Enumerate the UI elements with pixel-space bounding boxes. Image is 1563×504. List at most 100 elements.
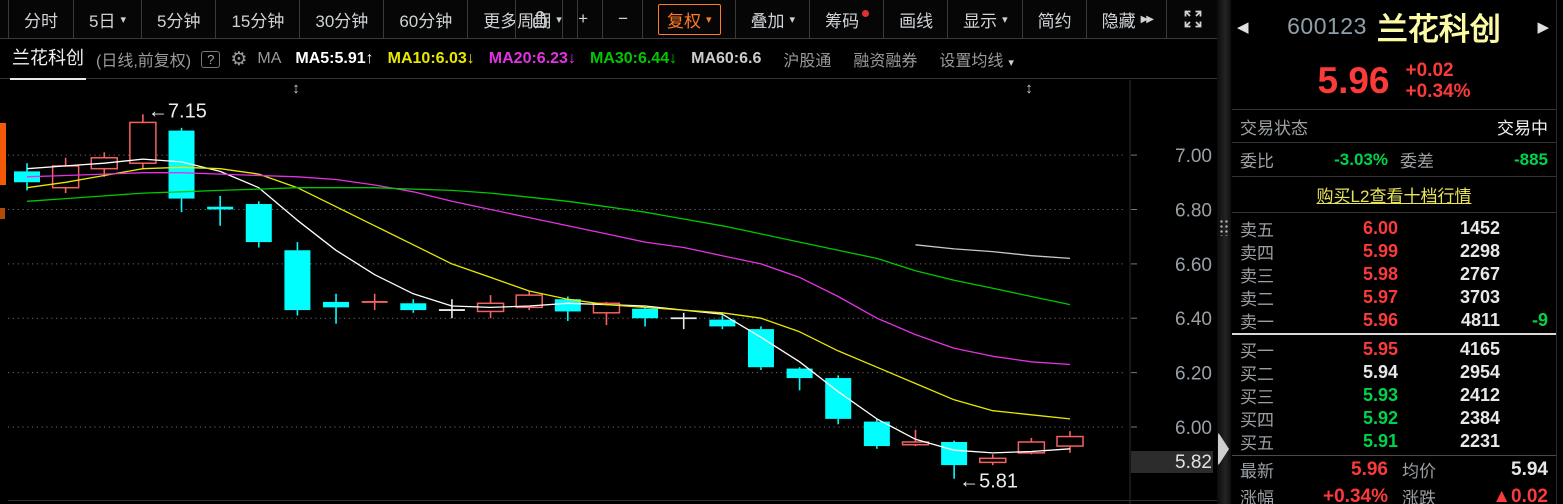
expand-icon[interactable]: [1166, 0, 1219, 38]
quote-panel: ◀ 600123 兰花科创 ▶ 5.96 +0.02 +0.34% 交易状态 交…: [1232, 0, 1563, 504]
bid-row: 买二5.942954: [1232, 360, 1556, 383]
trade-status-value: 交易中: [1497, 114, 1548, 139]
ask-volume: 2767: [1398, 264, 1500, 285]
svg-text:5.82: 5.82: [1175, 452, 1212, 473]
stock-name: 兰花科创: [1377, 4, 1501, 49]
collapse-panel-arrow[interactable]: [1218, 432, 1229, 466]
stock-code: 600123: [1287, 13, 1367, 40]
bid-volume: 4165: [1398, 339, 1500, 360]
bid-price: 5.91: [1298, 431, 1398, 452]
period-label: 分时: [24, 7, 58, 32]
period-toolbar: 分时5日▾5分钟15分钟30分钟60分钟更多周期▾ +−复权▾叠加▾筹码画线显示…: [0, 0, 1229, 39]
chevron-down-icon: ▾: [790, 13, 796, 26]
ma-line-ma5: [27, 159, 1070, 453]
ma-value-label: MA30:6.44↓: [590, 50, 677, 67]
candle-18: [671, 313, 697, 329]
latest-label: 最新: [1240, 457, 1292, 482]
header-link-1[interactable]: 融资融券: [853, 53, 917, 70]
ask-volume: 2298: [1398, 241, 1500, 262]
tab-period-5min[interactable]: 5分钟: [142, 0, 216, 38]
zoom-out-button[interactable]: −: [602, 0, 643, 38]
candle-22: [825, 375, 851, 424]
weibi-label: 委比: [1240, 147, 1292, 172]
bid-volume: 2384: [1398, 408, 1500, 429]
bid-levels: 买一5.954165买二5.942954买三5.932412买四5.922384…: [1232, 335, 1556, 455]
ask-label: 卖四: [1240, 239, 1298, 264]
change-pct-label: 涨幅: [1240, 484, 1292, 504]
buy-l2-link[interactable]: 购买L2查看十档行情: [1317, 182, 1472, 207]
price-annotation: ←7.15: [148, 100, 207, 122]
change-pct-value: +0.34%: [1292, 486, 1388, 504]
ask-price: 5.98: [1298, 264, 1398, 285]
panel-divider[interactable]: [1217, 0, 1231, 504]
zoom-in-label: +: [578, 9, 588, 29]
help-icon[interactable]: ?: [201, 51, 220, 68]
price-annotation: ←5.81: [959, 471, 1018, 493]
ma-values: MA5:5.91↑MA10:6.03↓MA20:6.23↓MA30:6.44↓M…: [281, 50, 761, 68]
hide-button[interactable]: 隐藏▶▶: [1086, 0, 1167, 38]
svg-text:7.00: 7.00: [1175, 146, 1212, 167]
ask-label: 卖二: [1240, 285, 1298, 310]
overlay-button[interactable]: 叠加 ▾: [735, 0, 811, 38]
candle-20: [748, 326, 774, 370]
bid-label: 买二: [1240, 360, 1298, 385]
fuquan-button[interactable]: 复权▾: [642, 0, 736, 38]
tab-period-fenshi[interactable]: 分时: [9, 0, 74, 38]
candle-11: [400, 299, 426, 313]
svg-text:6.20: 6.20: [1175, 364, 1212, 385]
period-button-group: 分时5日▾5分钟15分钟30分钟60分钟更多周期▾: [8, 0, 578, 38]
period-label: 15分钟: [231, 7, 284, 32]
weibi-value: -3.03%: [1292, 150, 1388, 170]
ma-line-ma20: [27, 173, 1070, 365]
weicha-value: -885: [1434, 150, 1548, 170]
bid-row: 买三5.932412: [1232, 383, 1556, 406]
prev-stock-arrow[interactable]: ◀: [1237, 18, 1249, 36]
indicator-resize-handle[interactable]: ↕: [288, 81, 304, 97]
indicator-resize-handle[interactable]: ↕: [1021, 81, 1037, 97]
tab-period-30min[interactable]: 30分钟: [300, 0, 384, 38]
svg-text:6.40: 6.40: [1175, 309, 1212, 330]
tab-period-5d[interactable]: 5日▾: [74, 0, 142, 38]
chips-button[interactable]: 筹码: [809, 0, 884, 38]
lock-open-icon[interactable]: [515, 0, 563, 38]
simple-button[interactable]: 简约: [1022, 0, 1087, 38]
notification-dot-icon: [862, 10, 869, 17]
overlay-label: 叠加: [751, 7, 785, 32]
tab-period-60min[interactable]: 60分钟: [384, 0, 468, 38]
tool-button-group: +−复权▾ 叠加 ▾ 筹码画线显示▾简约隐藏▶▶: [516, 0, 1219, 38]
bid-label: 买一: [1240, 337, 1298, 362]
candle-14: [516, 291, 542, 310]
ask-label: 卖五: [1240, 216, 1298, 241]
ask-volume: 1452: [1398, 218, 1500, 239]
summary-row: 最新 5.96 均价 5.94: [1232, 456, 1556, 483]
panel-resize-grip[interactable]: [1219, 219, 1229, 236]
bid-price: 5.94: [1298, 362, 1398, 383]
kline-chart[interactable]: 7.006.806.606.406.206.005.82←7.15←5.81: [0, 80, 1240, 504]
chart-mode-label: (日线,前复权): [96, 47, 191, 71]
ma-settings-button[interactable]: 设置均线▾: [939, 47, 1014, 71]
ask-row: 卖一5.964811-9: [1232, 308, 1556, 331]
summary-row: 涨幅 +0.34% 涨跌 ▲0.02: [1232, 483, 1556, 504]
candle-26: [980, 454, 1006, 465]
weicha-label: 委差: [1400, 147, 1434, 172]
header-link-0[interactable]: 沪股通: [783, 53, 831, 70]
candle-7: [246, 201, 272, 247]
gear-icon[interactable]: ⚙: [230, 48, 247, 71]
svg-text:6.80: 6.80: [1175, 201, 1212, 222]
stock-header: ◀ 600123 兰花科创 ▶: [1232, 0, 1556, 52]
next-stock-arrow[interactable]: ▶: [1537, 18, 1549, 36]
avg-price-label: 均价: [1402, 457, 1436, 482]
draw-line-button[interactable]: 画线: [883, 0, 948, 38]
ma-value-label: MA10:6.03↓: [388, 50, 475, 67]
period-label: 5分钟: [157, 7, 200, 32]
display-button[interactable]: 显示▾: [947, 0, 1023, 38]
change-value: ▲0.02: [1436, 486, 1548, 504]
fuquan-label: 复权: [667, 7, 701, 32]
axis-min-price-tag: 5.82: [1131, 451, 1213, 473]
change-label: 涨跌: [1402, 484, 1436, 504]
zoom-in-button[interactable]: +: [562, 0, 603, 38]
tab-period-15min[interactable]: 15分钟: [216, 0, 300, 38]
ask-volume: 3703: [1398, 287, 1500, 308]
candle-24: [902, 430, 928, 446]
chart-header-bar: 兰花科创 (日线,前复权) ? ⚙ MA MA5:5.91↑MA10:6.03↓…: [0, 40, 1229, 79]
